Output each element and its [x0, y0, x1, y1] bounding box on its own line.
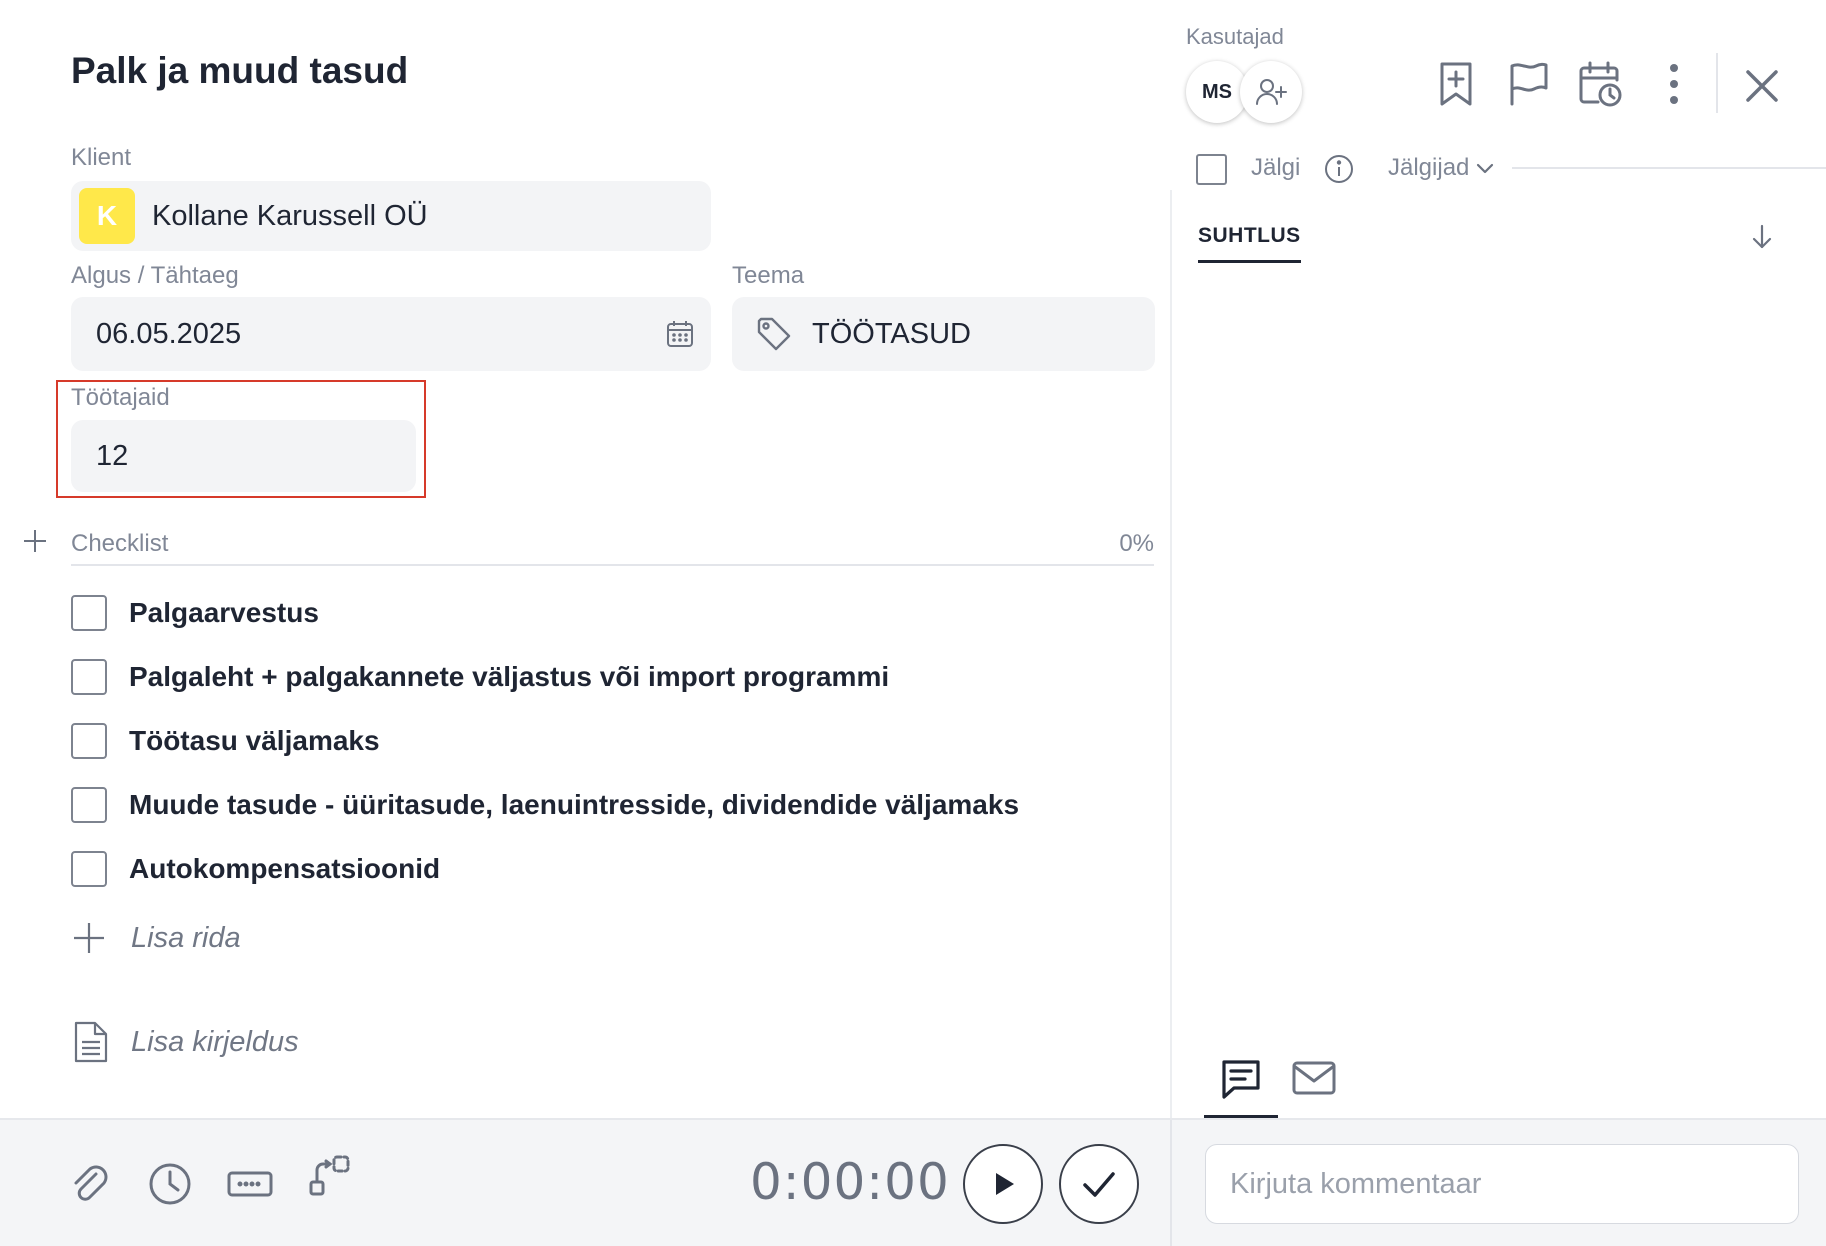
- header-separator: [1716, 53, 1718, 113]
- checklist-item-text[interactable]: Palgaarvestus: [129, 597, 319, 629]
- keyboard-icon[interactable]: [226, 1160, 274, 1208]
- followers-label: Jälgijad: [1388, 154, 1470, 181]
- add-description-label: Lisa kirjeldus: [131, 1025, 299, 1058]
- info-icon[interactable]: [1324, 154, 1354, 184]
- followers-divider: [1512, 167, 1826, 169]
- task-title[interactable]: Palk ja muud tasud: [71, 50, 408, 92]
- dates-label: Algus / Tähtaeg: [71, 262, 239, 289]
- client-field[interactable]: K Kollane Karussell OÜ: [71, 181, 711, 251]
- more-options-icon[interactable]: [1652, 60, 1696, 108]
- add-user-button[interactable]: [1240, 61, 1302, 123]
- follow-checkbox[interactable]: [1196, 154, 1227, 185]
- chat-icon: [1222, 1060, 1260, 1099]
- checklist-item[interactable]: Palgaleht + palgakannete väljastus või i…: [71, 659, 889, 695]
- footer-divider: [1170, 1120, 1172, 1246]
- document-icon: [74, 1021, 108, 1063]
- user-avatar[interactable]: MS: [1186, 61, 1248, 123]
- tag-icon: [757, 317, 791, 351]
- checklist-checkbox[interactable]: [71, 659, 107, 695]
- checklist-item-text[interactable]: Muude tasude - üüritasude, laenuintressi…: [129, 789, 1019, 821]
- theme-field[interactable]: TÖÖTASUD: [732, 297, 1155, 371]
- checklist-divider: [71, 564, 1154, 566]
- add-user-icon: [1256, 79, 1287, 105]
- timer-display: 0:00:00: [750, 1153, 950, 1211]
- add-row-label: Lisa rida: [131, 921, 241, 954]
- chevron-down-icon: [1477, 163, 1494, 174]
- calendar-clock-icon[interactable]: [1578, 60, 1622, 108]
- checkmark-icon: [1083, 1172, 1115, 1197]
- panel-divider: [1170, 190, 1172, 1246]
- clock-icon[interactable]: [146, 1160, 194, 1208]
- followers-dropdown[interactable]: Jälgijad: [1388, 154, 1495, 182]
- tab-comments[interactable]: [1204, 1056, 1278, 1118]
- complete-button[interactable]: [1059, 1144, 1139, 1224]
- checklist-checkbox[interactable]: [71, 787, 107, 823]
- bookmark-add-icon[interactable]: [1434, 60, 1478, 108]
- comment-input[interactable]: [1205, 1144, 1799, 1224]
- checklist-checkbox[interactable]: [71, 851, 107, 887]
- paperclip-icon[interactable]: [66, 1160, 114, 1208]
- add-row-button[interactable]: Lisa rida: [71, 920, 241, 956]
- employees-value: 12: [96, 439, 129, 472]
- tab-communication[interactable]: SUHTLUS: [1198, 224, 1301, 263]
- date-value: 06.05.2025: [96, 317, 242, 350]
- employees-label: Töötajaid: [71, 384, 170, 411]
- flag-icon[interactable]: [1506, 60, 1550, 108]
- client-label: Klient: [71, 144, 132, 171]
- checklist-item[interactable]: Palgaarvestus: [71, 595, 319, 631]
- close-icon[interactable]: [1740, 62, 1784, 110]
- play-icon: [996, 1173, 1014, 1195]
- checklist-percent: 0%: [1119, 530, 1154, 557]
- calendar-icon[interactable]: [665, 319, 695, 349]
- checklist-checkbox[interactable]: [71, 595, 107, 631]
- checklist-item-text[interactable]: Autokompensatsioonid: [129, 853, 440, 885]
- theme-value: TÖÖTASUD: [812, 317, 971, 350]
- checklist-item[interactable]: Autokompensatsioonid: [71, 851, 440, 887]
- envelope-icon: [1292, 1061, 1336, 1095]
- dependency-icon[interactable]: [306, 1152, 354, 1200]
- checklist-item-text[interactable]: Palgaleht + palgakannete väljastus või i…: [129, 661, 889, 693]
- play-button[interactable]: [963, 1144, 1043, 1224]
- add-checklist-icon[interactable]: [20, 526, 50, 556]
- users-label: Kasutajad: [1186, 24, 1284, 49]
- follow-label: Jälgi: [1251, 154, 1301, 181]
- checklist-checkbox[interactable]: [71, 723, 107, 759]
- checklist-item[interactable]: Muude tasude - üüritasude, laenuintressi…: [71, 787, 1019, 823]
- arrow-down-icon[interactable]: [1747, 222, 1777, 252]
- checklist-item-text[interactable]: Töötasu väljamaks: [129, 725, 380, 757]
- tab-email[interactable]: [1285, 1056, 1343, 1118]
- add-description-button[interactable]: Lisa kirjeldus: [71, 1020, 299, 1064]
- plus-icon: [74, 923, 104, 953]
- checklist-label: Checklist: [71, 530, 169, 557]
- checklist-item[interactable]: Töötasu väljamaks: [71, 723, 380, 759]
- date-field[interactable]: 06.05.2025: [71, 297, 711, 371]
- theme-label: Teema: [732, 262, 805, 289]
- client-name: Kollane Karussell OÜ: [152, 199, 428, 232]
- client-avatar: K: [79, 188, 135, 244]
- employees-field[interactable]: 12: [71, 420, 416, 492]
